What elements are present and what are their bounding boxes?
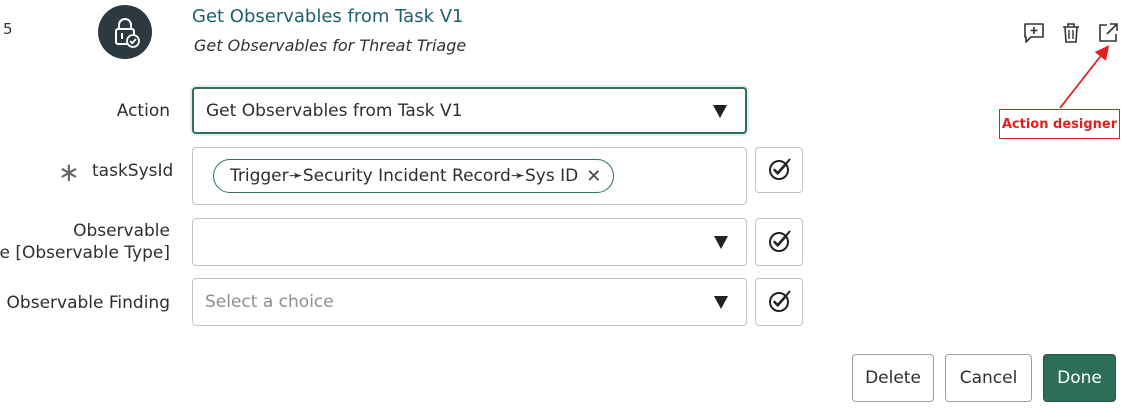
data-pill-picker-icon (769, 158, 791, 180)
cancel-button[interactable]: Cancel (945, 354, 1032, 402)
action-label: Action (116, 101, 170, 121)
task-sys-id-field[interactable]: Trigger➛Security Incident Record➛Sys ID … (192, 147, 747, 205)
action-subtitle: Get Observables for Threat Triage (194, 36, 467, 55)
data-pill[interactable]: Trigger➛Security Incident Record➛Sys ID … (213, 159, 615, 193)
observable-finding-label: Observable Finding (6, 293, 170, 313)
data-pill-picker-button[interactable] (755, 147, 803, 193)
locked-action-icon (98, 5, 152, 59)
required-icon: ∗ (58, 158, 80, 188)
remove-pill-icon[interactable]: ✕ (586, 166, 601, 187)
action-select[interactable]: Get Observables from Task V1 (192, 87, 747, 134)
add-comment-icon[interactable] (1021, 20, 1047, 46)
action-title[interactable]: Get Observables from Task V1 (192, 6, 463, 27)
action-designer-callout: Action designer (999, 109, 1120, 139)
data-pill-picker-icon (769, 290, 791, 312)
task-sys-id-label: taskSysId (92, 161, 174, 181)
chevron-down-icon (714, 296, 728, 309)
action-select-value: Get Observables from Task V1 (206, 101, 463, 121)
chevron-down-icon (713, 105, 727, 118)
observable-type-label-line2: pe [Observable Type] (0, 243, 170, 263)
observable-type-select[interactable] (192, 218, 747, 266)
data-pill-label: Trigger➛Security Incident Record➛Sys ID (230, 166, 579, 186)
data-pill-picker-button[interactable] (755, 278, 803, 326)
observable-type-label: Observable pe [Observable Type] (0, 220, 170, 264)
delete-button[interactable]: Delete (852, 354, 934, 402)
observable-finding-placeholder: Select a choice (205, 292, 334, 312)
step-number: 5 (3, 20, 13, 38)
data-pill-picker-icon (769, 230, 791, 252)
observable-finding-select[interactable]: Select a choice (192, 278, 747, 326)
chevron-down-icon (714, 236, 728, 249)
done-button[interactable]: Done (1043, 354, 1116, 402)
annotation-arrow (1059, 45, 1110, 109)
observable-type-label-line1: Observable (73, 221, 170, 241)
data-pill-picker-button[interactable] (755, 218, 803, 266)
